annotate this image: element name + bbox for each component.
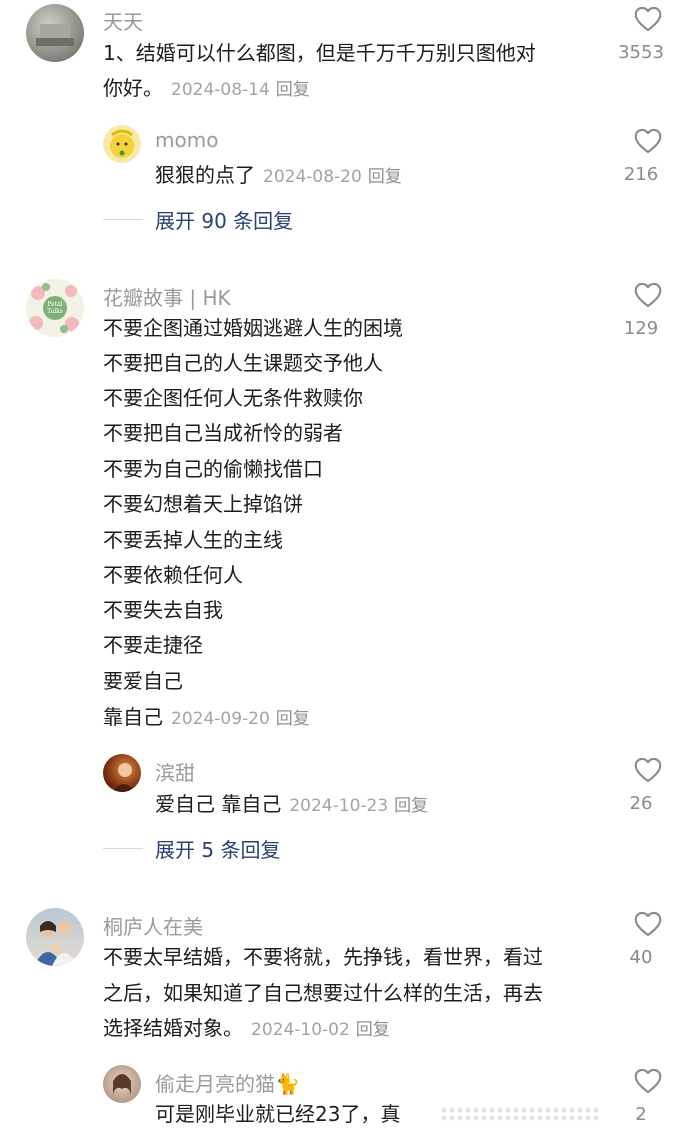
reply-date: 2024-10-23 [289,796,389,816]
comment-text-line: 不要幻想着天上掉馅饼 [103,492,303,516]
avatar[interactable] [103,1065,141,1103]
reply-button[interactable]: 回复 [368,167,402,187]
expand-replies-label: 展开 5 条回复 [155,838,281,862]
comment-text: 你好。 [103,76,163,100]
like-count: 3553 [618,42,664,63]
comment-text-line: 靠自己 2024-09-20 回复 [103,700,310,737]
heart-outline-icon[interactable] [634,1068,662,1094]
heart-outline-icon[interactable] [634,282,662,308]
svg-text:Petal: Petal [47,301,62,308]
reply-button[interactable]: 回复 [276,80,310,100]
comment-username[interactable]: 桐庐人在美 [103,911,203,940]
avatar-image [113,763,135,792]
comment-text-line: 要爱自己 [103,669,183,693]
comment-date: 2024-08-14 [171,80,270,100]
comment-text-line: 不要失去自我 [103,598,223,622]
avatar[interactable] [103,125,141,163]
comment-username[interactable]: 天天 [103,6,143,35]
reply-username[interactable]: momo [155,128,218,152]
expand-replies-label: 展开 90 条回复 [155,209,294,233]
reply-username[interactable]: 滨甜 [155,757,195,786]
reply-text-line: 爱自己 靠自己 2024-10-23 回复 [155,787,428,824]
reply-text: 爱自己 靠自己 [155,792,282,816]
avatar-image [34,921,78,966]
avatar[interactable]: Petal Talks [26,279,84,337]
like-count: 129 [623,318,659,339]
comment-text-line: 1、结婚可以什么都图，但是千万千万别只图他对 [103,41,536,65]
svg-text:Talks: Talks [47,308,63,315]
comment-text-line: 你好。 2024-08-14 回复 [103,71,310,108]
reply-text: 狠狠的点了 [155,163,255,187]
watermark-dots [440,1106,600,1122]
comment-date: 2024-09-20 [171,709,270,729]
heart-outline-icon[interactable] [634,128,662,154]
heart-outline-icon[interactable] [634,757,662,783]
reply-text-line: 可是刚毕业就已经23了，真 [155,1102,401,1126]
avatar-image [36,24,74,46]
avatar[interactable] [26,908,84,966]
comment-text-line: 不要把自己当成祈怜的弱者 [103,421,343,445]
comment-date: 2024-10-02 [251,1020,350,1040]
reply-button[interactable]: 回复 [394,796,428,816]
reply-button[interactable]: 回复 [356,1020,390,1040]
expand-replies-button[interactable]: 展开 5 条回复 [103,834,280,863]
comment-text-line: 不要走捷径 [103,633,203,657]
like-count: 26 [629,793,653,814]
comment-text-line: 不要企图任何人无条件救赎你 [103,386,363,410]
heart-outline-icon[interactable] [634,6,662,32]
comment-text-line: 不要依赖任何人 [103,563,243,587]
avatar-image: Petal Talks [26,279,84,337]
like-count: 40 [629,947,653,968]
comment-text: 选择结婚对象。 [103,1016,243,1040]
comment-text-line: 不要太早结婚，不要将就，先挣钱，看世界，看过 [103,945,543,969]
reply-date: 2024-08-20 [263,167,362,187]
avatar-image [113,1074,131,1095]
heart-outline-icon[interactable] [634,911,662,937]
like-count: 216 [623,164,659,185]
comment-text: 靠自己 [103,705,163,729]
comment-text-line: 不要企图通过婚姻逃避人生的困境 [103,316,403,340]
comment-text-line: 选择结婚对象。 2024-10-02 回复 [103,1011,390,1048]
comment-text-line: 不要把自己的人生课题交予他人 [103,351,383,375]
reply-text-line: 狠狠的点了 2024-08-20 回复 [155,158,402,195]
comment-text-line: 不要为自己的偷懒找借口 [103,457,323,481]
avatar[interactable] [26,4,84,62]
reply-username[interactable]: 偷走月亮的猫🐈 [155,1068,300,1097]
expand-replies-button[interactable]: 展开 90 条回复 [103,205,293,234]
comment-text-line: 不要丢掉人生的主线 [103,528,283,552]
like-count: 2 [635,1104,647,1125]
comment-username[interactable]: 花瓣故事 | HK [103,282,231,311]
comment-text-line: 之后，如果知道了自己想要过什么样的生活，再去 [103,981,543,1005]
reply-button[interactable]: 回复 [276,709,310,729]
avatar-image [110,129,134,158]
divider [103,219,143,220]
divider [103,848,143,849]
avatar[interactable] [103,754,141,792]
